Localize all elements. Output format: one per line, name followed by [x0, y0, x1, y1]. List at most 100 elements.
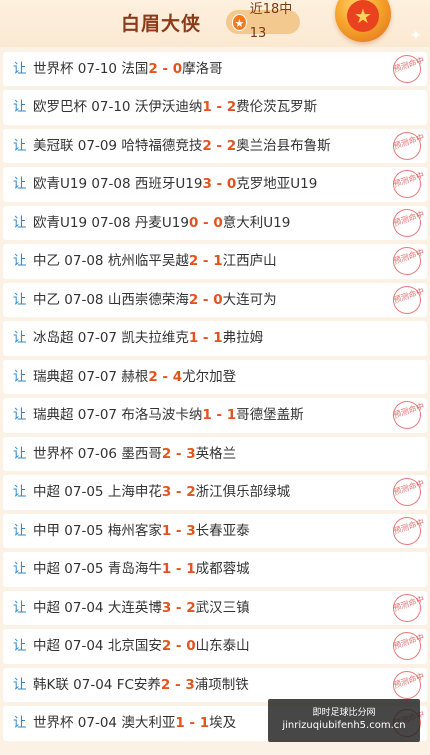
away-team: 哥德堡盖斯 [236, 407, 304, 424]
home-team: 墨西哥 [121, 445, 162, 462]
match-date: 07-04 [77, 715, 118, 732]
match-text: 欧罗巴杯 07-10 沃伊沃迪纳1 - 2费伦茨瓦罗斯 [33, 90, 317, 124]
home-team: 青岛海牛 [107, 561, 162, 578]
match-row[interactable]: 让中超 07-04 北京国安2 - 0山东泰山 预测命中 [3, 629, 427, 664]
match-row[interactable]: 让欧青U19 07-08 丹麦U190 - 0意大利U19 预测命中 [3, 205, 427, 241]
score-separator: - [171, 599, 187, 616]
match-text: 欧青U19 07-08 西班牙U193 - 0克罗地亚U19 [33, 167, 317, 201]
score-separator: - [211, 407, 227, 424]
match-league: 中超 [33, 599, 60, 616]
match-row[interactable]: 让中超 07-05 上海申花3 - 2浙江俱乐部绿城 预测命中 [3, 475, 427, 510]
match-row[interactable]: 让中超 07-05 青岛海牛1 - 1成都蓉城 [3, 552, 427, 587]
match-date: 07-04 [64, 599, 104, 616]
away-team: 英格兰 [195, 445, 237, 462]
match-date: 07-05 [64, 522, 104, 539]
score-separator: - [211, 176, 227, 193]
match-league: 美冠联 [33, 137, 74, 154]
streak-label: 近18中13 [249, 2, 293, 41]
away-score: 1 [199, 715, 210, 732]
match-row[interactable]: 让瑞典超 07-07 布洛马波卡纳1 - 1哥德堡盖斯 预测命中 [3, 398, 427, 433]
home-team: 法国 [121, 61, 149, 77]
match-date: 07-07 [77, 368, 118, 385]
home-team: 丹麦U19 [134, 214, 189, 231]
match-league: 韩K联 [33, 676, 69, 693]
match-row[interactable]: 让中乙 07-08 杭州临平吴越2 - 1江西庐山 预测命中 [3, 244, 427, 279]
match-row[interactable]: 让中超 07-04 大连英博3 - 2武汉三镇 预测命中 [3, 590, 427, 626]
away-team: 意大利U19 [222, 214, 291, 231]
header: 白眉大侠 ★ 近18中13 ★ ✦ [0, 0, 430, 47]
away-team: 山东泰山 [195, 638, 250, 655]
match-row[interactable]: 让世界杯 07-10 法国2 - 0摩洛哥 预测命中 [3, 52, 427, 87]
home-team: 山西崇德荣海 [107, 291, 189, 308]
score-separator: - [171, 522, 187, 539]
away-score: 0 [186, 638, 196, 655]
score-separator: - [198, 253, 214, 270]
match-league: 世界杯 [33, 445, 74, 462]
match-text: 中超 07-04 北京国安2 - 0山东泰山 [33, 629, 250, 663]
match-league: 中超 [33, 561, 60, 578]
home-team: 凯夫拉维克 [121, 330, 189, 347]
away-score: 3 [186, 522, 196, 539]
away-score: 3 [185, 676, 195, 693]
home-team: FC安养 [116, 676, 161, 693]
match-league: 欧青U19 [33, 176, 88, 193]
handicap-label: 让 [13, 291, 27, 308]
away-team: 摩洛哥 [182, 61, 223, 77]
away-team: 江西庐山 [222, 253, 277, 270]
match-league: 瑞典超 [33, 368, 74, 385]
sparkle-icon: ✦ [410, 28, 422, 44]
medal-star-icon: ★ [347, 0, 379, 32]
match-league: 欧罗巴杯 [33, 99, 87, 116]
score-separator: - [198, 291, 214, 308]
away-score: 3 [186, 445, 196, 462]
home-score: 2 [161, 638, 172, 655]
match-league: 欧青U19 [33, 214, 88, 231]
away-team: 弗拉姆 [222, 330, 264, 347]
match-text: 瑞典超 07-07 赫根2 - 4尤尔加登 [33, 360, 236, 394]
match-row[interactable]: 让冰岛超 07-07 凯夫拉维克1 - 1弗拉姆 [3, 321, 427, 356]
prediction-hit-stamp-icon: 预测命中 [389, 629, 425, 664]
match-row[interactable]: 让中乙 07-08 山西崇德荣海2 - 0大连可为 预测命中 [3, 282, 427, 318]
match-text: 欧青U19 07-08 丹麦U190 - 0意大利U19 [33, 206, 290, 240]
score-separator: - [211, 99, 227, 116]
match-row[interactable]: 让欧罗巴杯 07-10 沃伊沃迪纳1 - 2费伦茨瓦罗斯 [3, 90, 427, 125]
prediction-hit-stamp-icon: 预测命中 [389, 167, 425, 202]
handicap-label: 让 [13, 561, 27, 578]
match-row[interactable]: 让世界杯 07-06 墨西哥2 - 3英格兰 [3, 436, 427, 472]
home-team: 赫根 [121, 368, 149, 385]
match-league: 冰岛超 [33, 330, 74, 347]
prediction-hit-stamp-icon: 预测命中 [389, 205, 425, 241]
home-team: 澳大利亚 [121, 715, 176, 732]
prediction-hit-stamp-icon: 预测命中 [389, 475, 425, 510]
away-team: 长春亚泰 [195, 522, 250, 539]
home-score: 2 [202, 137, 212, 154]
handicap-label: 让 [13, 715, 27, 732]
home-team: 上海申花 [107, 484, 162, 501]
away-score: 0 [172, 61, 183, 77]
score-separator: - [211, 137, 227, 154]
match-text: 中乙 07-08 山西崇德荣海2 - 0大连可为 [33, 283, 277, 317]
match-text: 冰岛超 07-07 凯夫拉维克1 - 1弗拉姆 [33, 321, 263, 355]
match-date: 07-05 [64, 561, 104, 578]
away-team: 武汉三镇 [195, 599, 250, 616]
match-row[interactable]: 让欧青U19 07-08 西班牙U193 - 0克罗地亚U19 预测命中 [3, 167, 427, 202]
handicap-label: 让 [13, 484, 27, 501]
score-separator: - [171, 484, 187, 501]
match-row[interactable]: 让中甲 07-05 梅州客家1 - 3长春亚泰 预测命中 [3, 513, 427, 549]
away-score: 1 [226, 407, 237, 424]
match-row[interactable]: 让韩K联 07-04 FC安养2 - 3浦项制铁 预测命中 [3, 667, 427, 703]
match-date: 07-04 [64, 638, 104, 655]
match-date: 07-05 [64, 484, 104, 501]
score-separator: - [157, 61, 173, 77]
away-score: 0 [213, 214, 223, 231]
match-league: 世界杯 [33, 61, 74, 77]
prediction-hit-stamp-icon: 预测命中 [389, 52, 425, 87]
home-team: 杭州临平吴越 [107, 253, 189, 270]
away-team: 费伦茨瓦罗斯 [236, 99, 318, 116]
match-row[interactable]: 让瑞典超 07-07 赫根2 - 4尤尔加登 [3, 359, 427, 395]
handicap-label: 让 [13, 522, 27, 539]
handicap-label: 让 [13, 176, 27, 193]
watermark-line2: jinrizuqiubifenh5.com.cn [282, 720, 406, 731]
match-row[interactable]: 让美冠联 07-09 哈特福德竞技2 - 2奥兰治县布鲁斯 预测命中 [3, 128, 427, 164]
away-score: 1 [213, 330, 223, 347]
